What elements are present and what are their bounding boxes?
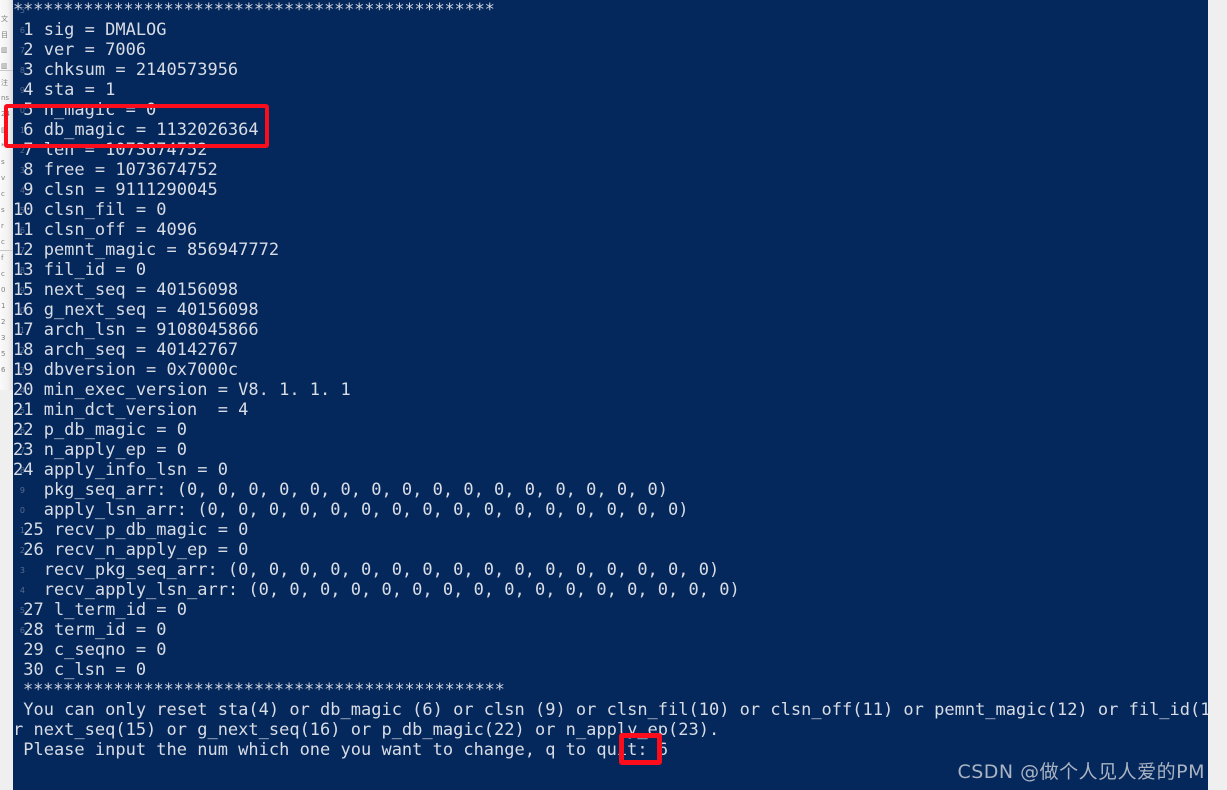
terminal-line: apply_lsn_arr: (0, 0, 0, 0, 0, 0, 0, 0, … <box>13 500 689 520</box>
csdn-watermark: CSDN @做个人见人爱的PM <box>957 761 1205 783</box>
terminal-line: 11 clsn_off = 4096 <box>13 220 198 240</box>
background-sliver-glyph: r <box>1 222 4 230</box>
background-sliver-glyph: ▥ <box>1 62 8 70</box>
annotation-box-db-magic <box>4 104 269 148</box>
terminal-line: recv_pkg_seq_arr: (0, 0, 0, 0, 0, 0, 0, … <box>13 560 720 580</box>
background-sliver-glyph: s <box>1 158 5 166</box>
terminal-line: 26 recv_n_apply_ep = 0 <box>13 540 249 560</box>
terminal-line: 29 c_seqno = 0 <box>13 640 167 660</box>
terminal-line: You can only reset sta(4) or db_magic (6… <box>13 700 1208 720</box>
background-sliver-glyph: 目 <box>1 31 8 39</box>
background-sliver-glyph: 2 <box>1 318 6 326</box>
terminal-line: 22 p_db_magic = 0 <box>13 420 187 440</box>
background-sliver-glyph: 文 <box>1 15 8 23</box>
background-sliver-glyph: 3 <box>1 334 6 342</box>
terminal-line: 10 clsn_fil = 0 <box>13 200 167 220</box>
terminal-line: 13 fil_id = 0 <box>13 260 147 280</box>
terminal-line: 25 recv_p_db_magic = 0 <box>13 520 249 540</box>
terminal-line: 3 chksum = 2140573956 <box>13 60 239 80</box>
terminal-line: 15 next_seq = 40156098 <box>13 280 239 300</box>
background-sliver-glyph: c <box>1 190 5 198</box>
background-sliver-glyph: 6 <box>1 366 6 374</box>
background-sliver-glyph: 5 <box>1 350 6 358</box>
terminal-line: recv_apply_lsn_arr: (0, 0, 0, 0, 0, 0, 0… <box>13 580 740 600</box>
terminal-line: 1 sig = DMALOG <box>13 20 167 40</box>
terminal-line: ****************************************… <box>13 0 495 20</box>
background-sliver-glyph: 注 <box>1 79 8 87</box>
terminal-line: 17 arch_lsn = 9108045866 <box>13 320 259 340</box>
terminal-line: 28 term_id = 0 <box>13 620 167 640</box>
terminal-line: 27 l_term_id = 0 <box>13 600 187 620</box>
terminal-line: 18 arch_seq = 40142767 <box>13 340 239 360</box>
terminal-line: 20 min_exec_version = V8. 1. 1. 1 <box>13 380 351 400</box>
background-sliver-glyph: ns <box>1 94 10 102</box>
terminal-line: 19 dbversion = 0x7000c <box>13 360 239 380</box>
background-sliver-glyph: c <box>1 238 5 246</box>
background-window-sliver-left: 文目 ▥ ▥ 注 ns 24 ▥ ** s v c s r c f c 0 1 2 3 5 6 <box>0 0 13 390</box>
background-window-sliver-right <box>1208 0 1227 790</box>
background-sliver-glyph: 1 <box>1 302 6 310</box>
terminal-line: 24 apply_info_lsn = 0 <box>13 460 228 480</box>
terminal-line: 8 free = 1073674752 <box>13 160 218 180</box>
terminal-line: 2 ver = 7006 <box>13 40 147 60</box>
background-sliver-divider <box>0 70 13 71</box>
terminal-line: 9 clsn = 9111290045 <box>13 180 218 200</box>
background-sliver-divider <box>0 250 13 251</box>
terminal-line: 12 pemnt_magic = 856947772 <box>13 240 280 260</box>
terminal-line: 21 min_dct_version = 4 <box>13 400 249 420</box>
background-sliver-glyph: 0 <box>1 286 6 294</box>
terminal-line: ****************************************… <box>13 680 505 700</box>
terminal-line: 30 c_lsn = 0 <box>13 660 147 680</box>
terminal-line: 4 sta = 1 <box>13 80 116 100</box>
background-sliver-glyph: v <box>1 174 6 182</box>
background-sliver-glyph: f <box>1 254 4 262</box>
annotation-box-input-value <box>619 733 662 765</box>
terminal-line: 23 n_apply_ep = 0 <box>13 440 187 460</box>
background-sliver-glyph: ▥ <box>1 46 8 54</box>
terminal-line: 16 g_next_seq = 40156098 <box>13 300 259 320</box>
terminal-line: r next_seq(15) or g_next_seq(16) or p_db… <box>13 720 720 740</box>
terminal-line: pkg_seq_arr: (0, 0, 0, 0, 0, 0, 0, 0, 0,… <box>13 480 669 500</box>
background-sliver-glyph: c <box>1 270 5 278</box>
background-sliver-glyph: s <box>1 206 5 214</box>
screenshot-root: 文目 ▥ ▥ 注 ns 24 ▥ ** s v c s r c f c 0 1 2 3 5 6 5678901234567… <box>0 0 1227 790</box>
